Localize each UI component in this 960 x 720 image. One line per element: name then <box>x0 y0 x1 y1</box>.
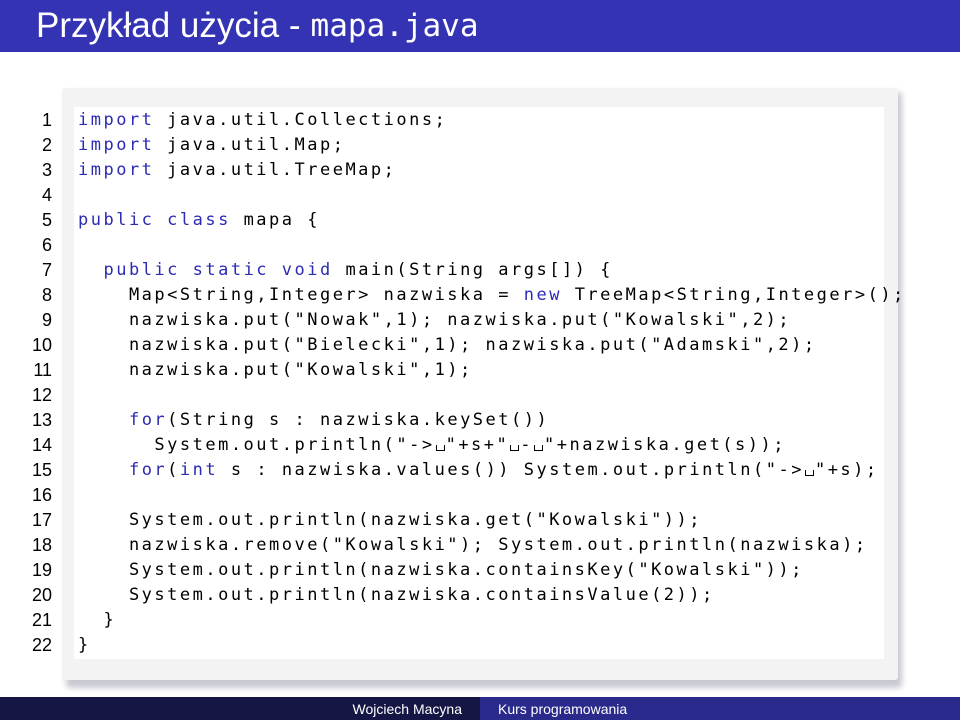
code-text: nazwiska.put("Bielecki",1); nazwiska.put… <box>78 335 817 355</box>
code-text: nazwiska.put("Kowalski",1); <box>78 360 473 380</box>
code-text: - <box>520 435 534 455</box>
code-keyword: public class <box>78 210 231 230</box>
code-line: import java.util.TreeMap; <box>78 158 396 183</box>
visible-space-icon <box>534 445 544 451</box>
code-text: java.util.Map; <box>154 135 346 155</box>
line-number: 18 <box>31 535 52 555</box>
code-line: for(int s : nazwiska.values()) System.ou… <box>78 458 879 483</box>
line-number: 13 <box>31 410 52 430</box>
code-keyword: import <box>78 135 155 155</box>
code-text: main(String args[]) { <box>332 260 613 280</box>
code-line: import java.util.Map; <box>78 133 345 158</box>
code-keyword: for <box>128 460 168 480</box>
code-line: public class mapa { <box>78 208 320 233</box>
code-line: System.out.println(nazwiska.containsValu… <box>78 583 715 608</box>
code-keyword: import <box>78 110 155 130</box>
code-keyword: new <box>523 285 562 305</box>
code-line: System.out.println(nazwiska.containsKey(… <box>78 558 804 583</box>
line-number: 15 <box>31 460 52 480</box>
code-line: } <box>78 633 91 658</box>
line-number: 21 <box>31 610 52 630</box>
line-number: 8 <box>41 285 52 305</box>
code-text: nazwiska.remove("Kowalski"); System.out.… <box>78 535 868 555</box>
code-text: (String s : nazwiska.keySet()) <box>167 410 550 430</box>
line-number: 1 <box>41 110 52 130</box>
code-text: "+s); <box>814 460 879 480</box>
line-number: 16 <box>31 485 52 505</box>
line-number: 17 <box>31 510 52 530</box>
line-number: 7 <box>41 260 52 280</box>
code-line: } <box>78 608 116 633</box>
code-text: "+s+" <box>445 435 510 455</box>
slide-title-filename: mapa.java <box>310 8 479 44</box>
code-line: nazwiska.put("Nowak",1); nazwiska.put("K… <box>78 308 791 333</box>
code-text: } <box>78 635 91 655</box>
slide-title-text: Przykład użycia - <box>36 6 301 45</box>
code-text: System.out.println("-> <box>78 435 435 455</box>
line-number: 5 <box>41 210 52 230</box>
code-text: java.util.Collections; <box>154 110 448 130</box>
code-line: nazwiska.remove("Kowalski"); System.out.… <box>78 533 868 558</box>
code-line: System.out.println("-> "+s+" - "+nazwiska.g… <box>78 433 786 458</box>
code-text: System.out.println(nazwiska.containsValu… <box>78 585 715 605</box>
footer-author: Wojciech Macyna <box>0 697 480 720</box>
line-number: 19 <box>31 560 52 580</box>
line-number: 2 <box>41 135 52 155</box>
code-text: mapa { <box>230 210 320 230</box>
footer-course: Kurs programowania <box>480 697 960 720</box>
code-line: public static void main(String args[]) { <box>78 258 613 283</box>
code-keyword: int <box>179 460 219 480</box>
line-number: 3 <box>41 160 52 180</box>
visible-space-icon <box>510 445 520 451</box>
slide-footer: Wojciech Macyna Kurs programowania <box>0 697 960 720</box>
code-text: ( <box>167 460 180 480</box>
line-number: 20 <box>31 585 52 605</box>
code-line: import java.util.Collections; <box>78 108 447 133</box>
code-line: nazwiska.put("Kowalski",1); <box>78 358 473 383</box>
line-number: 11 <box>33 360 52 380</box>
code-line: System.out.println(nazwiska.get("Kowalsk… <box>78 508 702 533</box>
line-number: 12 <box>31 385 52 405</box>
code-text: nazwiska.put("Nowak",1); nazwiska.put("K… <box>78 310 792 330</box>
code-text: System.out.println(nazwiska.get("Kowalsk… <box>78 510 703 530</box>
line-number: 10 <box>31 335 52 355</box>
code-text: Map<String,Integer> nazwiska = <box>78 285 524 305</box>
code-text: TreeMap<String,Integer>(); <box>561 285 906 305</box>
code-text: System.out.println(nazwiska.containsKey(… <box>78 560 804 580</box>
code-text: "+nazwiska.get(s)); <box>544 435 786 455</box>
code-keyword: for <box>128 410 168 430</box>
line-number: 14 <box>31 435 52 455</box>
code-keyword: import <box>78 160 155 180</box>
code-line: Map<String,Integer> nazwiska = new TreeM… <box>78 283 906 308</box>
line-number: 4 <box>41 185 52 205</box>
visible-space-icon <box>435 445 445 451</box>
line-number: 6 <box>41 235 52 255</box>
slide-title: Przykład użycia - mapa.java <box>0 0 960 52</box>
visible-space-icon <box>804 470 814 476</box>
code-text: s : nazwiska.values()) System.out.printl… <box>218 460 804 480</box>
code-keyword: public static void <box>103 260 333 280</box>
line-number: 9 <box>41 310 52 330</box>
code-text: } <box>78 610 117 630</box>
line-number: 22 <box>31 635 52 655</box>
code-text: java.util.TreeMap; <box>154 160 397 180</box>
code-line: nazwiska.put("Bielecki",1); nazwiska.put… <box>78 333 817 358</box>
code-line: for(String s : nazwiska.keySet()) <box>78 408 549 433</box>
